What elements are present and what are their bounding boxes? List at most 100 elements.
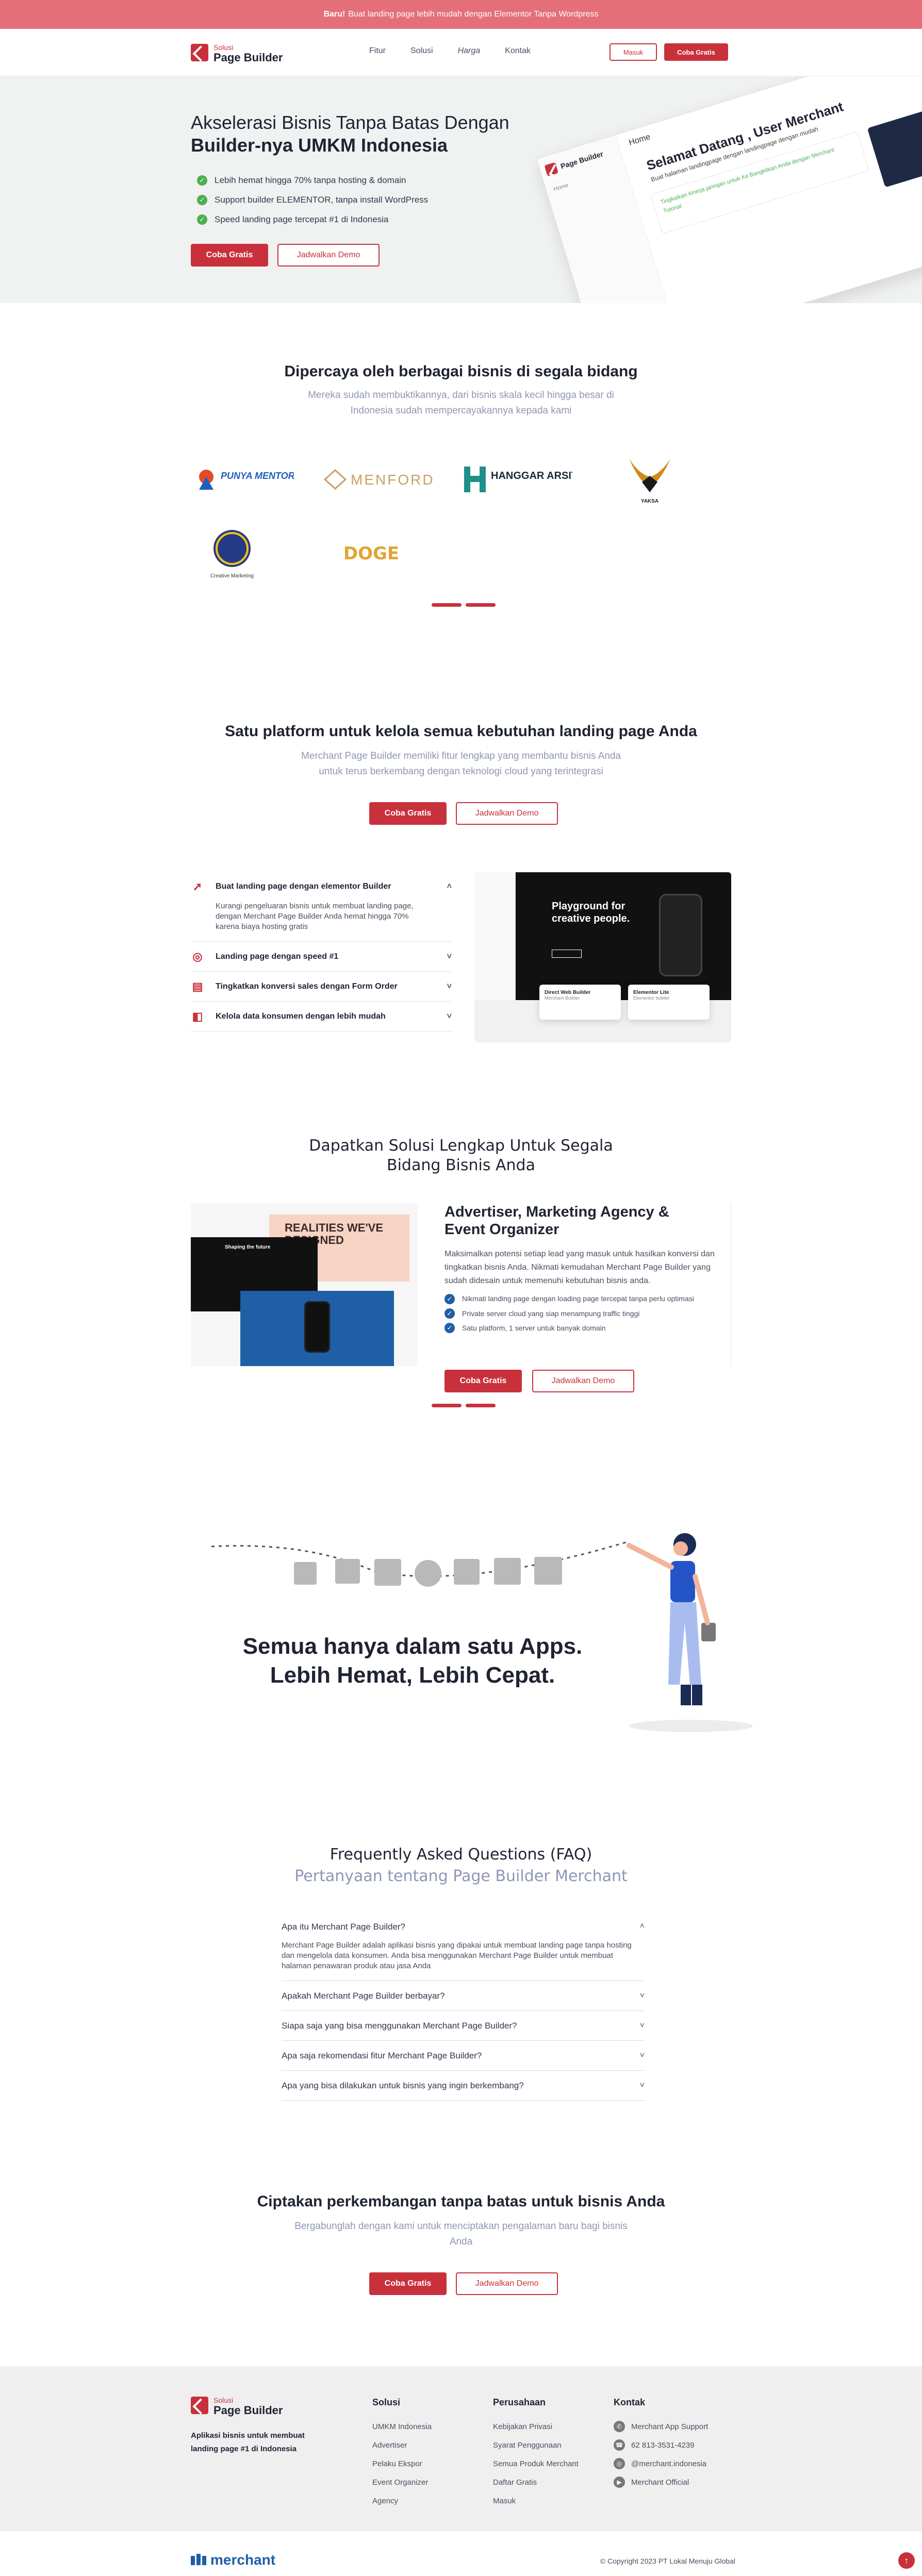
footer-link[interactable]: Pelaku Ekspor (372, 2454, 432, 2473)
faq-item[interactable]: Siapa saja yang bisa menggunakan Merchan… (282, 2011, 645, 2041)
carousel-dot[interactable] (466, 1404, 496, 1407)
header-try-button[interactable]: Coba Gratis (664, 43, 728, 61)
solutions-card-desc: Maksimalkan potensi setiap lead yang mas… (444, 1250, 715, 1285)
platform-try-button[interactable]: Coba Gratis (369, 802, 447, 825)
carousel-dot-active[interactable] (432, 1404, 462, 1407)
faq-question: Siapa saja yang bisa menggunakan Merchan… (282, 2020, 517, 2031)
faq-item-open[interactable]: Apa itu Merchant Page Builder? ˄ Merchan… (282, 1913, 645, 1981)
login-button[interactable]: Masuk (610, 43, 657, 61)
hero-dashboard-mockup: Page Builder Home Home Selamat Datang , … (536, 76, 922, 303)
footer-link[interactable]: Kebijakan Privasi (493, 2417, 579, 2436)
check-icon: ✓ (197, 214, 207, 225)
feature-title: Landing page dengan speed #1 (216, 952, 339, 961)
painter-illustration (627, 1533, 753, 1732)
trusted-subtitle: Mereka sudah membuktikannya, dari bisnis… (308, 390, 614, 416)
solution-bullet: ✓ Nikmati landing page dengan loading pag… (444, 1294, 713, 1304)
client-logo-doge: DOGE (320, 531, 423, 577)
hero-title-line1: Akselerasi Bisnis Tanpa Batas Dengan (191, 112, 509, 133)
form-icon: ▤ (192, 979, 203, 993)
footer-link[interactable]: Daftar Gratis (493, 2473, 579, 2491)
badge-direct-web-builder: Direct Web Builder Merchant Builder (539, 985, 621, 1020)
chevron-down-icon: ˅ (447, 1011, 452, 1021)
chevron-down-icon: ˅ (639, 2051, 645, 2060)
feature-item-open[interactable]: ➚ Buat landing page dengan elementor Bui… (191, 872, 452, 942)
faq-item[interactable]: Apa yang bisa dilakukan untuk bisnis yan… (282, 2071, 645, 2101)
client-logo-punyamentor: PUNYA MENTOR.COM (191, 454, 294, 505)
feature-title: Kelola data konsumen dengan lebih mudah (216, 1011, 386, 1021)
solutions-demo-button[interactable]: Jadwalkan Demo (532, 1370, 634, 1392)
solutions-title: Dapatkan Solusi Lengkap Untuk Segala Bid… (309, 1137, 613, 1174)
scroll-top-icon[interactable]: ↑ (898, 2552, 915, 2569)
solutions-card-title: Advertiser, Marketing Agency & Event Org… (444, 1204, 669, 1238)
solution-bullet: ✓ Private server cloud yang siap menampun… (444, 1308, 731, 1319)
feature-item[interactable]: ◧ Kelola data konsumen dengan lebih muda… (191, 1002, 452, 1032)
check-icon: ✓ (444, 1308, 455, 1319)
solutions-try-button[interactable]: Coba Gratis (444, 1370, 522, 1392)
footer-contact-youtube[interactable]: ▶ Merchant Official (614, 2473, 708, 2491)
phone-icon (304, 1301, 330, 1353)
feature-item[interactable]: ▤ Tingkatkan konversi sales dengan Form … (191, 972, 452, 1002)
integration-icon (335, 1559, 360, 1584)
nav-kontak[interactable]: Kontak (505, 46, 531, 56)
svg-text:PUNYA MENTOR.COM: PUNYA MENTOR.COM (221, 471, 294, 481)
footer-contact-instagram[interactable]: ◎ @merchant.indonesia (614, 2454, 708, 2473)
mock-brand: Page Builder (559, 149, 604, 171)
header-logo[interactable]: Solusi Page Builder (191, 42, 283, 63)
carousel-dot-active[interactable] (432, 603, 462, 607)
doge-icon: DOGE (343, 543, 399, 564)
footer-link[interactable]: Syarat Penggunaan (493, 2436, 579, 2454)
footer-tagline: Aplikasi bisnis untuk membuat landing pa… (191, 2431, 305, 2453)
merchant-logo-icon (191, 2554, 206, 2565)
chevron-down-icon: ˅ (447, 982, 452, 991)
nav-solusi[interactable]: Solusi (410, 46, 433, 56)
footer-link[interactable]: Advertiser (372, 2436, 432, 2454)
platform-subtitle: Merchant Page Builder memiliki fitur len… (301, 751, 621, 777)
chevron-down-icon: ˅ (447, 952, 452, 961)
footer-link[interactable]: Event Organizer (372, 2473, 432, 2491)
solution-bullet: ✓ Satu platform, 1 server untuk banyak do… (444, 1323, 731, 1333)
footer-col-title: Perusahaan (493, 2397, 546, 2407)
mock-blue-card (240, 1291, 394, 1366)
footer-link[interactable]: UMKM Indonesia (372, 2417, 432, 2436)
logo-icon (191, 2397, 208, 2414)
site-header: Solusi Page Builder Fitur Solusi Harga K… (0, 29, 922, 76)
footer-contact-phone[interactable]: ☎ 62 813-3531-4239 (614, 2436, 708, 2454)
logo-big-text: Page Builder (213, 51, 283, 64)
feature-title: Tingkatkan konversi sales dengan Form Or… (216, 982, 398, 991)
check-icon: ✓ (444, 1323, 455, 1333)
carousel-dot[interactable] (466, 603, 496, 607)
merchant-brand[interactable]: merchant (191, 2552, 275, 2568)
footer-link[interactable]: Agency (372, 2491, 432, 2510)
platform-title: Satu platform untuk kelola semua kebutuh… (225, 723, 697, 740)
footer-link[interactable]: Semua Produk Merchant (493, 2454, 579, 2473)
feature-preview: Playground for creative people. Direct W… (474, 872, 731, 1042)
hero-title: Akselerasi Bisnis Tanpa Batas Dengan Bui… (191, 111, 509, 157)
youtube-icon: ▶ (614, 2477, 625, 2488)
nav-harga[interactable]: Harga (458, 46, 481, 56)
feature-item[interactable]: ◎ Landing page dengan speed #1 ˅ (191, 942, 452, 972)
nav-fitur[interactable]: Fitur (369, 46, 386, 56)
svg-text:YAKSA: YAKSA (641, 498, 658, 504)
footer-logo[interactable]: Solusi Page Builder (191, 2395, 283, 2416)
hero-demo-button[interactable]: Jadwalkan Demo (277, 244, 380, 267)
cta-demo-button[interactable]: Jadwalkan Demo (456, 2272, 558, 2295)
footer-contact-support[interactable]: ✆ Merchant App Support (614, 2417, 708, 2436)
rocket-icon: ➚ (192, 880, 203, 893)
preview-button (552, 950, 582, 958)
faq-subtitle: Pertanyaan tentang Page Builder Merchant (294, 1867, 628, 1885)
hero-bullet: ✓ Speed landing page tercepat #1 di Indon… (197, 210, 428, 229)
announcement-text: Buat landing page lebih mudah dengan Ele… (348, 10, 599, 19)
footer-link[interactable]: Masuk (493, 2491, 579, 2510)
cta-try-button[interactable]: Coba Gratis (369, 2272, 447, 2295)
faq-item[interactable]: Apa saja rekomendasi fitur Merchant Page… (282, 2041, 645, 2071)
solutions-bullets: ✓ Nikmati landing page dengan loading pag… (444, 1294, 731, 1333)
hero-try-button[interactable]: Coba Gratis (191, 244, 268, 267)
integration-icon (454, 1559, 480, 1585)
mock-page-title: Home (628, 132, 652, 147)
platform-demo-button[interactable]: Jadwalkan Demo (456, 802, 558, 825)
faq-item[interactable]: Apakah Merchant Page Builder berbayar? ˅ (282, 1981, 645, 2011)
client-logo-menford: MENFORD (320, 454, 438, 505)
announcement-bar[interactable]: Baru! Buat landing page lebih mudah deng… (0, 0, 922, 29)
copyright: © Copyright 2023 PT Lokal Menuju Global (600, 2557, 735, 2565)
instagram-icon: ◎ (614, 2458, 625, 2469)
